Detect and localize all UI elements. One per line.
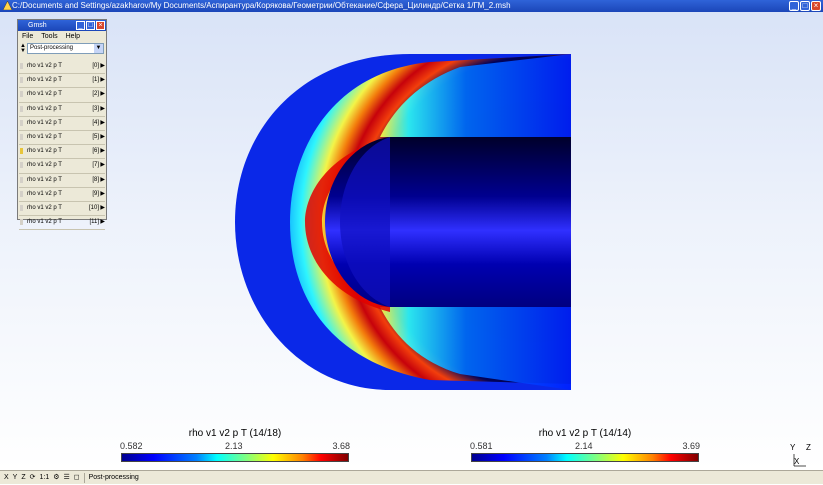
module-select[interactable]: Post-processing ▼ [27, 43, 104, 54]
arrow-right-icon[interactable]: ▶ [100, 131, 105, 143]
menu-help[interactable]: Help [66, 31, 80, 42]
post-processing-view-list: rho v1 v2 p T [0] ▶ rho v1 v2 p T [1] ▶ rho … [19, 60, 105, 231]
colorbar-title: rho v1 v2 p T (14/14) [538, 428, 632, 439]
view-item-3[interactable]: rho v1 v2 p T [3] ▶ [19, 103, 105, 117]
status-separator [83, 473, 85, 483]
panel-menubar: File Tools Help [18, 31, 106, 42]
window-title-bar: C:/Documents and Settings/azakharov/My D… [0, 0, 823, 12]
arrow-right-icon[interactable]: ▶ [100, 88, 105, 100]
view-checkbox[interactable] [20, 77, 23, 84]
gmsh-app-icon [3, 1, 12, 10]
arrow-right-icon[interactable]: ▶ [100, 216, 105, 228]
menu-icon[interactable]: ☰ [64, 471, 70, 484]
arrow-right-icon[interactable]: ▶ [100, 60, 105, 72]
view-checkbox[interactable] [20, 133, 23, 140]
arrow-right-icon[interactable]: ▶ [100, 145, 105, 157]
view-y-button[interactable]: Y [13, 471, 18, 484]
view-item-0[interactable]: rho v1 v2 p T [0] ▶ [19, 60, 105, 75]
colorbar-min-label: 0.581 [470, 441, 493, 451]
view-checkbox[interactable] [20, 63, 23, 69]
view-item-5[interactable]: rho v1 v2 p T [5] ▶ [19, 131, 105, 146]
panel-minimize-button[interactable]: _ [76, 21, 85, 30]
module-nav-arrows-icon[interactable]: ▲ ▼ [20, 43, 26, 54]
colorbar-max-label: 3.68 [332, 441, 350, 451]
view-checkbox[interactable] [20, 219, 23, 226]
view-item-10[interactable]: rho v1 v2 p T [10] ▶ [19, 202, 105, 217]
view-item-6[interactable]: rho v1 v2 p T [6] ▶ [19, 145, 105, 160]
view-item-2[interactable]: rho v1 v2 p T [2] ▶ [19, 88, 105, 103]
axis-x-label: X [794, 457, 800, 466]
view-checkbox[interactable] [20, 162, 23, 169]
axes-icon: Y Z X [790, 443, 811, 467]
colorbar-right: rho v1 v2 p T (14/14) 0.581 2.14 3.69 [470, 428, 700, 462]
arrow-right-icon[interactable]: ▶ [100, 117, 105, 129]
colorbar-mid-label: 2.13 [225, 441, 243, 451]
colorbar-left: rho v1 v2 p T (14/18) 0.582 2.13 3.68 [120, 428, 350, 462]
view-checkbox[interactable] [20, 176, 23, 183]
close-button[interactable]: × [811, 1, 821, 11]
rotate-icon[interactable]: ⟳ [30, 471, 36, 484]
menu-file[interactable]: File [22, 31, 33, 42]
arrow-right-icon[interactable]: ▶ [100, 103, 105, 115]
minimize-button[interactable]: _ [789, 1, 799, 11]
colorbar-title: rho v1 v2 p T (14/18) [188, 428, 282, 439]
view-checkbox[interactable] [20, 190, 23, 197]
panel-maximize-button[interactable]: □ [86, 21, 95, 30]
colorbar-min-label: 0.582 [120, 441, 143, 451]
module-select-row: ▲ ▼ Post-processing ▼ [18, 42, 106, 56]
view-z-button[interactable]: Z [21, 471, 25, 484]
view-checkbox[interactable] [20, 204, 23, 211]
axis-z-label: Z [806, 443, 811, 452]
scale-1-1-button[interactable]: 1:1 [40, 471, 50, 484]
axes-indicator: Y Z X [788, 442, 816, 468]
view-checkbox[interactable] [20, 148, 23, 155]
panel-title-bar: Gmsh _ □ × [18, 20, 106, 31]
maximize-button[interactable]: □ [800, 1, 810, 11]
status-bar: X Y Z ⟳ 1:1 ⚙ ☰ ◻ Post-processing [0, 470, 823, 484]
gmsh-panel: Gmsh _ □ × File Tools Help ▲ ▼ Post-proce… [17, 19, 107, 231]
view-checkbox[interactable] [20, 119, 23, 126]
axis-y-label: Y [790, 443, 796, 452]
view-item-8[interactable]: rho v1 v2 p T [8] ▶ [19, 174, 105, 188]
status-module: Post-processing [88, 474, 139, 481]
arrow-right-icon[interactable]: ▶ [100, 159, 105, 171]
arrow-right-icon[interactable]: ▶ [100, 202, 105, 214]
view-item-9[interactable]: rho v1 v2 p T [9] ▶ [19, 188, 105, 202]
select-icon[interactable]: ◻ [74, 471, 80, 484]
menu-tools[interactable]: Tools [41, 31, 57, 42]
solution-field-plot [235, 54, 571, 390]
view-item-11[interactable]: rho v1 v2 p T [11] ▶ [19, 216, 105, 231]
arrow-right-icon[interactable]: ▶ [100, 174, 105, 186]
colorbar-max-label: 3.69 [682, 441, 700, 451]
gear-icon[interactable]: ⚙ [53, 471, 59, 484]
colorbar-mid-label: 2.14 [575, 441, 593, 451]
view-x-button[interactable]: X [4, 471, 9, 484]
arrow-right-icon[interactable]: ▶ [100, 74, 105, 86]
graphics-viewport[interactable] [0, 12, 823, 470]
window-title: C:/Documents and Settings/azakharov/My D… [12, 1, 511, 10]
view-checkbox[interactable] [20, 91, 23, 98]
panel-close-button[interactable]: × [96, 21, 105, 30]
view-item-1[interactable]: rho v1 v2 p T [1] ▶ [19, 74, 105, 89]
view-item-7[interactable]: rho v1 v2 p T [7] ▶ [19, 159, 105, 174]
view-checkbox[interactable] [20, 105, 23, 112]
colorbar-gradient [121, 453, 349, 462]
panel-title: Gmsh [28, 22, 47, 29]
arrow-right-icon[interactable]: ▶ [100, 188, 105, 200]
colorbar-gradient [471, 453, 699, 462]
chevron-down-icon[interactable]: ▼ [94, 44, 103, 53]
view-item-4[interactable]: rho v1 v2 p T [4] ▶ [19, 117, 105, 131]
